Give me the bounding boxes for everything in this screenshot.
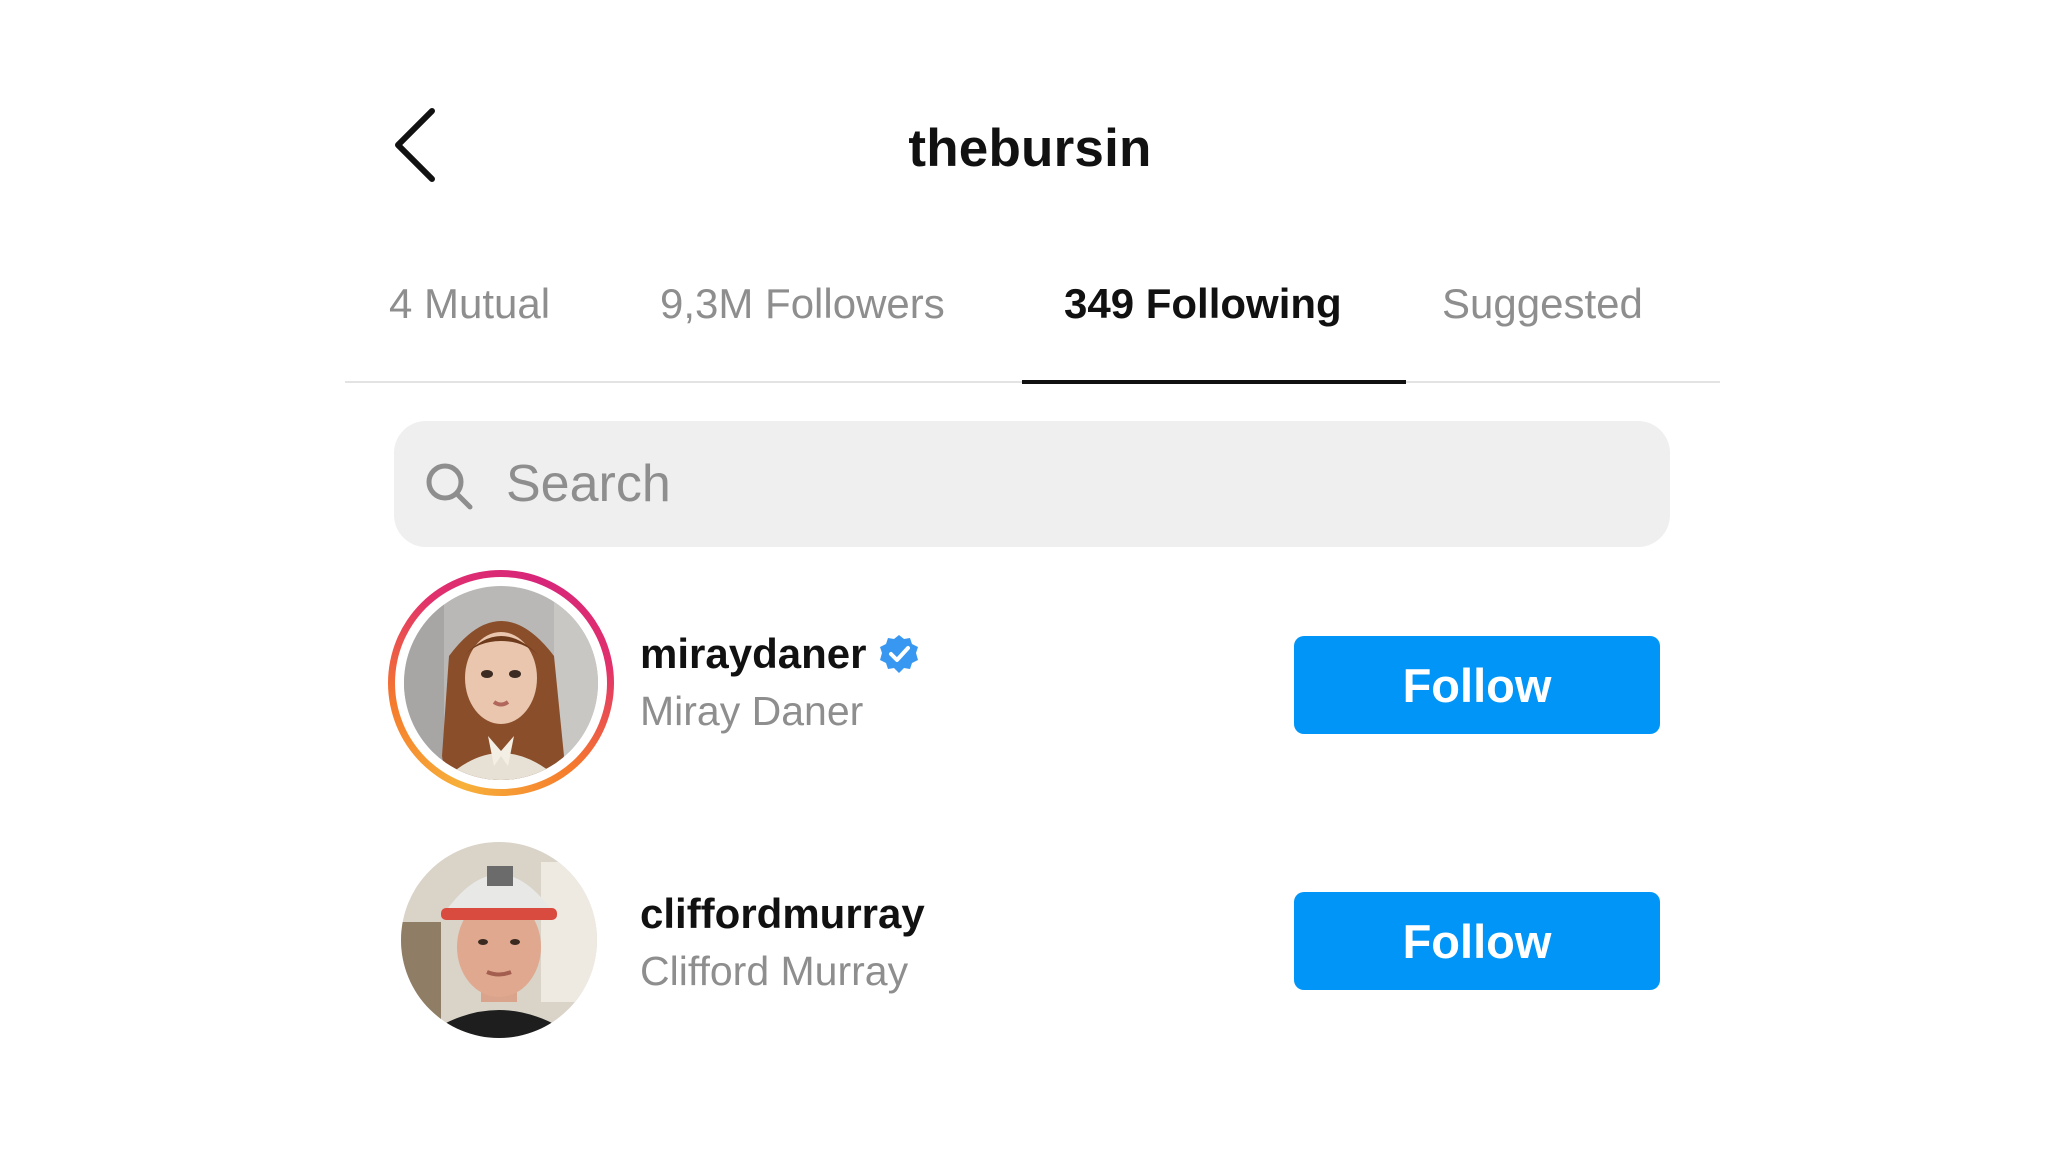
list-item-cliffordmurray[interactable]: cliffordmurray Clifford Murray Follow <box>388 830 1678 1060</box>
back-button[interactable] <box>380 100 450 190</box>
following-screen: thebursin 4 Mutual 9,3M Followers 349 Fo… <box>0 0 2048 1152</box>
username[interactable]: miraydaner <box>640 630 866 678</box>
full-name: Miray Daner <box>640 688 864 734</box>
search-bar[interactable] <box>394 421 1670 547</box>
tab-following[interactable]: 349 Following <box>1064 280 1342 380</box>
story-ring[interactable] <box>388 570 614 796</box>
tab-mutual[interactable]: 4 Mutual <box>389 280 550 380</box>
verified-badge-icon <box>880 635 919 673</box>
full-name: Clifford Murray <box>640 948 909 994</box>
search-input[interactable] <box>506 449 1636 519</box>
username-row: cliffordmurray <box>640 890 925 938</box>
chevron-left-icon <box>395 108 435 182</box>
tab-suggested[interactable]: Suggested <box>1442 280 1643 380</box>
username[interactable]: cliffordmurray <box>640 890 925 938</box>
list-item-miraydaner[interactable]: miraydaner Miray Daner Follow <box>388 570 1678 800</box>
page-title: thebursin <box>908 119 1152 178</box>
active-tab-indicator <box>1022 380 1406 384</box>
avatar <box>404 586 598 780</box>
avatar[interactable] <box>401 842 597 1038</box>
tab-followers[interactable]: 9,3M Followers <box>660 280 945 380</box>
username-row: miraydaner <box>640 630 920 678</box>
search-icon <box>426 463 473 510</box>
follow-button[interactable]: Follow <box>1294 892 1660 990</box>
tab-bar: 4 Mutual 9,3M Followers 349 Following Su… <box>345 260 1720 384</box>
follow-button[interactable]: Follow <box>1294 636 1660 734</box>
